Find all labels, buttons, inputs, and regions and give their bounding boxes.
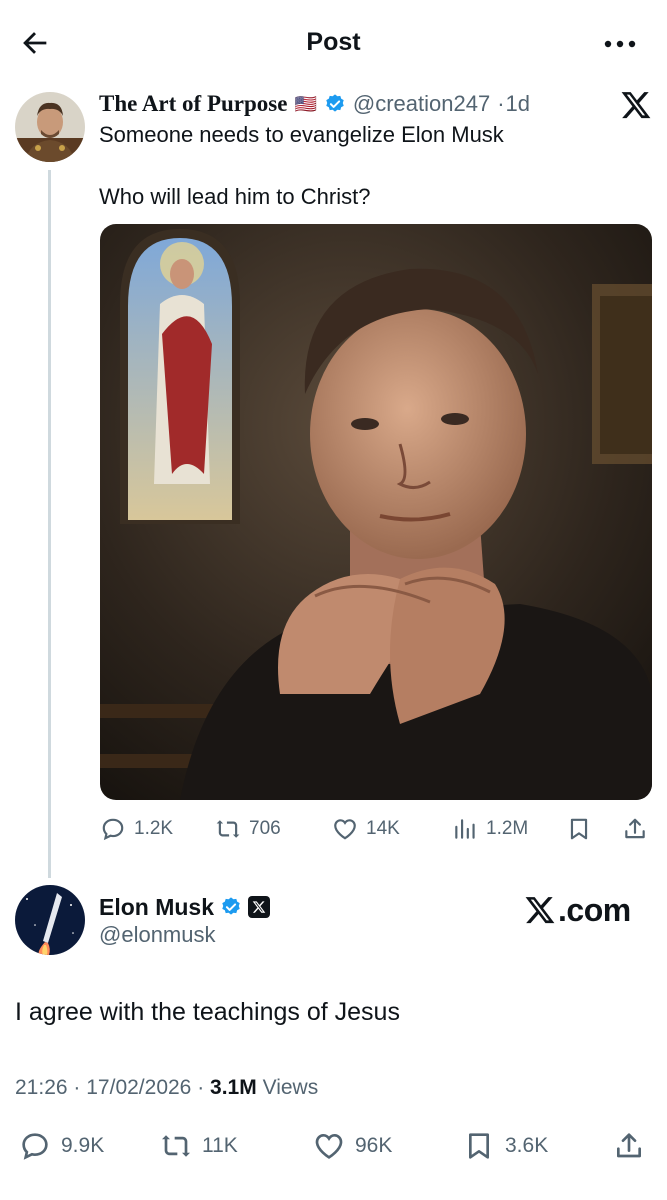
praying-man-church-image bbox=[100, 224, 652, 800]
share-icon bbox=[625, 818, 645, 839]
verified-badge-icon bbox=[326, 94, 344, 112]
views-button[interactable]: 1.2M bbox=[452, 812, 528, 846]
post-image[interactable] bbox=[100, 224, 652, 800]
author-name[interactable]: The Art of Purpose bbox=[99, 91, 287, 117]
post-text-line1: Someone needs to evangelize Elon Musk bbox=[99, 122, 504, 147]
separator-dot: · bbox=[497, 91, 505, 116]
heart-icon bbox=[334, 819, 356, 840]
bookmark-icon bbox=[570, 818, 588, 840]
view-count: 1.2M bbox=[486, 818, 529, 839]
bookmark-icon bbox=[469, 1133, 489, 1159]
author-handle[interactable]: @creation247 bbox=[353, 91, 490, 117]
repost-button[interactable]: 706 bbox=[215, 812, 281, 846]
x-logo-icon bbox=[621, 92, 651, 119]
like-button[interactable]: 96K bbox=[313, 1124, 392, 1168]
reply-button[interactable]: 1.2K bbox=[100, 812, 173, 846]
post-date[interactable]: 17/02/2026 bbox=[86, 1076, 191, 1099]
share-icon bbox=[617, 1133, 641, 1158]
more-horizontal-icon[interactable] bbox=[600, 36, 640, 52]
verified-badge-icon bbox=[222, 897, 240, 915]
separator-dot: · bbox=[73, 1076, 81, 1099]
analytics-icon bbox=[455, 819, 475, 839]
share-button[interactable] bbox=[613, 1124, 645, 1168]
reply-count: 1.2K bbox=[134, 818, 174, 839]
main-post-actions: 9.9K 11K 96K 3.6K bbox=[15, 1124, 652, 1168]
x-com-branding: .com bbox=[524, 890, 631, 930]
bookmark-button[interactable] bbox=[566, 812, 592, 846]
share-button[interactable] bbox=[622, 812, 648, 846]
page-title: Post bbox=[306, 28, 361, 56]
parent-post-actions: 1.2K 706 14K 1.2M bbox=[100, 812, 652, 846]
repost-icon bbox=[216, 820, 240, 838]
repost-count: 706 bbox=[249, 818, 281, 839]
rocket-avatar-image bbox=[15, 885, 85, 955]
views-label: Views bbox=[262, 1076, 319, 1099]
like-count: 14K bbox=[366, 818, 400, 839]
avatar[interactable] bbox=[15, 92, 85, 162]
x-affiliate-badge-icon bbox=[248, 896, 271, 918]
post-timestamp-row: 21:26 · 17/02/2026 · 3.1M Views bbox=[15, 1076, 318, 1100]
x-logo-icon bbox=[525, 897, 555, 924]
x-com-text: .com bbox=[558, 891, 631, 928]
reply-count: 9.9K bbox=[61, 1134, 105, 1157]
author-handle[interactable]: @elonmusk bbox=[99, 922, 216, 948]
bookmark-count: 3.6K bbox=[505, 1134, 549, 1157]
reply-icon bbox=[22, 1133, 48, 1160]
parent-post-author-row: The Art of Purpose 🇺🇸 @creation247 · 1d bbox=[99, 88, 530, 120]
repost-button[interactable]: 11K bbox=[160, 1124, 238, 1168]
author-name[interactable]: Elon Musk bbox=[99, 894, 214, 921]
bookmark-button[interactable]: 3.6K bbox=[463, 1124, 548, 1168]
avatar[interactable] bbox=[15, 885, 85, 955]
reply-button[interactable]: 9.9K bbox=[19, 1124, 104, 1168]
post-text-line2: Who will lead him to Christ? bbox=[99, 184, 371, 209]
post-time[interactable]: 21:26 bbox=[15, 1076, 68, 1099]
thread-line bbox=[48, 170, 51, 878]
repost-icon bbox=[162, 1135, 190, 1157]
us-flag-icon: 🇺🇸 bbox=[294, 94, 317, 114]
avatar-portrait-image bbox=[15, 92, 85, 162]
like-button[interactable]: 14K bbox=[332, 812, 400, 846]
views-count: 3.1M bbox=[210, 1076, 257, 1099]
post-age[interactable]: 1d bbox=[506, 91, 530, 117]
separator-dot: · bbox=[197, 1076, 205, 1099]
main-post-text: I agree with the teachings of Jesus bbox=[15, 998, 400, 1026]
reply-icon bbox=[102, 818, 124, 841]
main-post-author-row: Elon Musk bbox=[99, 893, 271, 921]
like-count: 96K bbox=[355, 1134, 393, 1157]
repost-count: 11K bbox=[202, 1134, 238, 1157]
heart-icon bbox=[315, 1133, 343, 1159]
